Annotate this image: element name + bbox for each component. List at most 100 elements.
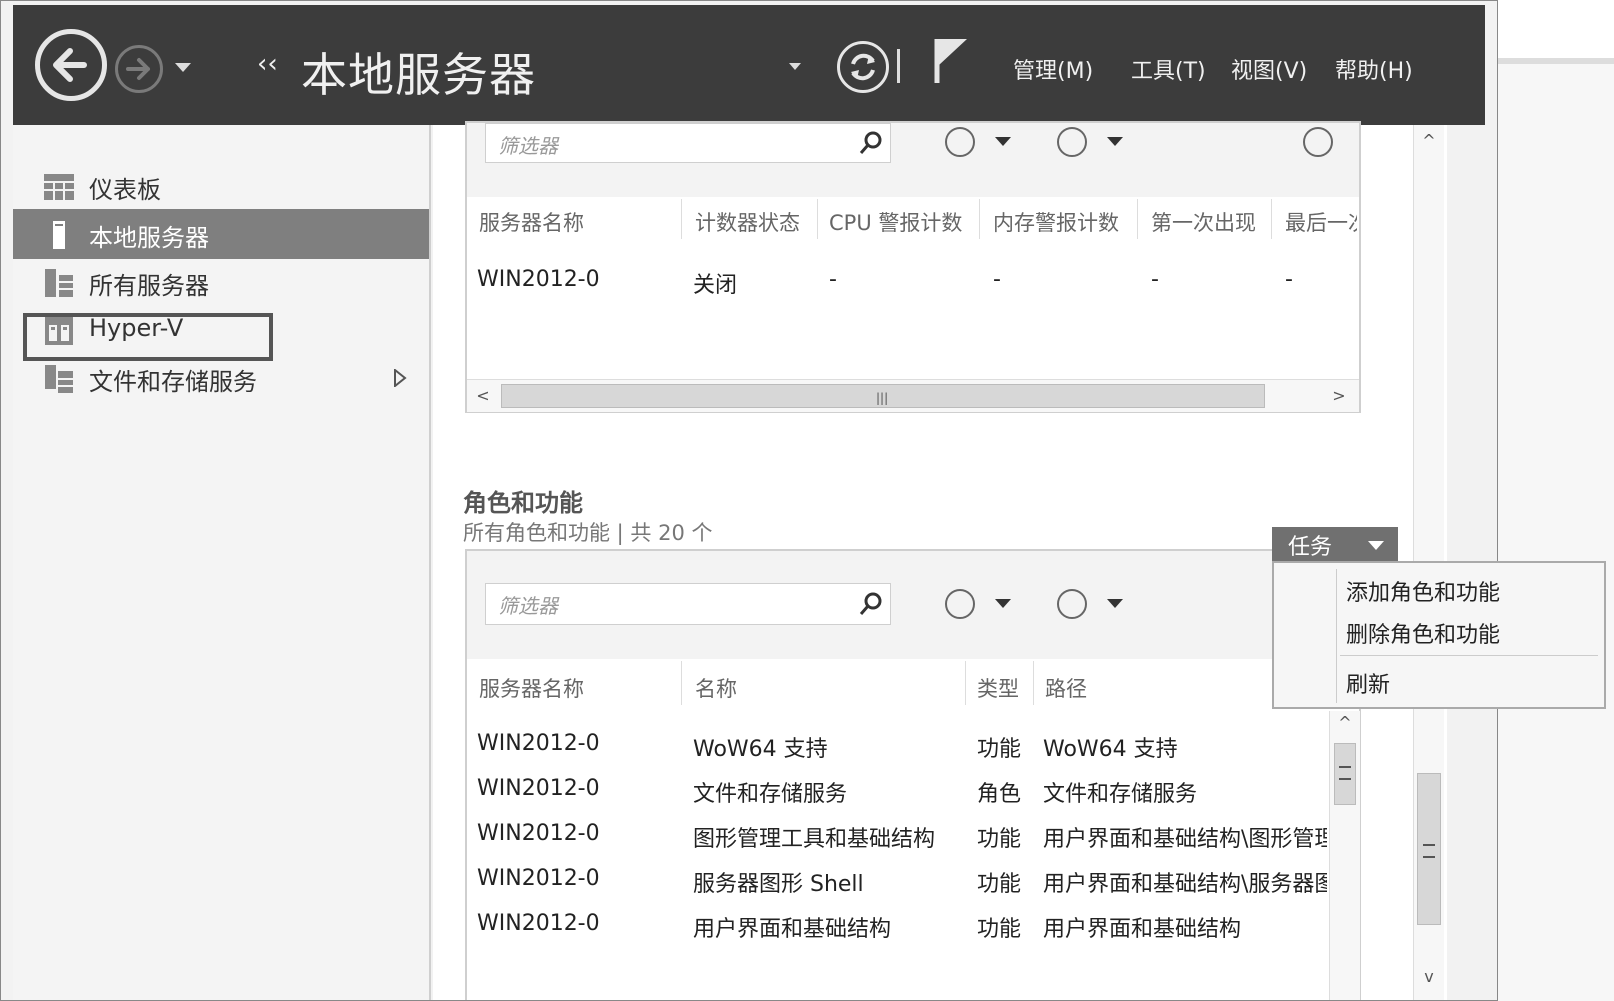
menu-help[interactable]: 帮助(H) — [1335, 53, 1413, 85]
filter-placeholder: 筛选器 — [498, 134, 558, 158]
roles-panel: 筛选器 服务器名称 名称 类型 路径 WIN2012-0 WoW64 支持 功能 — [465, 549, 1361, 1000]
column-header[interactable]: 路径 — [1045, 673, 1087, 703]
table-cell: WIN2012-0 — [477, 866, 600, 891]
column-divider — [681, 661, 682, 705]
table-cell: WIN2012-0 — [477, 776, 600, 801]
refresh-icon — [851, 53, 875, 81]
column-header[interactable]: 类型 — [977, 673, 1019, 703]
history-dropdown-icon[interactable] — [175, 63, 191, 72]
arrow-left-icon — [53, 48, 87, 82]
back-button[interactable] — [35, 29, 107, 101]
tasks-label: 任务 — [1288, 535, 1333, 560]
arrow-right-icon — [126, 58, 150, 80]
column-header[interactable]: 内存警报计数 — [993, 207, 1119, 237]
table-cell: 功能 — [977, 737, 1022, 762]
search-icon[interactable] — [858, 591, 884, 617]
table-cell: WIN2012-0 — [477, 821, 600, 846]
roles-heading: 角色和功能 — [463, 489, 583, 517]
menu-item-remove-roles[interactable]: 删除角色和功能 — [1346, 617, 1500, 649]
table-cell: 关闭 — [693, 273, 738, 298]
grip-icon — [1339, 766, 1351, 780]
column-divider — [817, 199, 818, 239]
column-header[interactable]: 第一次出现 — [1151, 207, 1256, 237]
server-icon — [53, 221, 65, 249]
menu-item-add-roles[interactable]: 添加角色和功能 — [1346, 575, 1500, 607]
sidebar-item-dashboard[interactable]: 仪表板 — [13, 161, 429, 211]
collapse-icon[interactable] — [1303, 127, 1333, 157]
roles-filter-input[interactable]: 筛选器 — [485, 583, 891, 625]
table-cell: 用户界面和基础结构 — [1043, 917, 1242, 942]
breadcrumb-dropdown-icon[interactable] — [789, 63, 801, 70]
table-cell: 用户界面和基础结构 — [693, 917, 892, 942]
menu-view[interactable]: 视图(V) — [1231, 53, 1307, 85]
performance-filter-input[interactable]: 筛选器 — [485, 123, 891, 163]
table-cell: 文件和存储服务 — [693, 782, 848, 807]
title-bar: ‹‹ 本地服务器 管理(M) 工具(T) 视图(V) 帮助(H) — [13, 5, 1485, 125]
sidebar-item-label: 所有服务器 — [89, 272, 209, 300]
forward-button[interactable] — [115, 45, 163, 93]
storage-icon — [45, 365, 73, 393]
expand-arrow-icon[interactable] — [393, 369, 407, 387]
sidebar-item-label: 仪表板 — [89, 176, 161, 204]
menu-item-refresh[interactable]: 刷新 — [1346, 667, 1390, 699]
save-dropdown-icon[interactable] — [1107, 599, 1123, 608]
background-window — [1498, 0, 1614, 1001]
column-divider — [1271, 199, 1272, 239]
table-cell: WoW64 支持 — [1043, 737, 1178, 762]
server-manager-window: ‹‹ 本地服务器 管理(M) 工具(T) 视图(V) 帮助(H) 仪表板 本地服… — [0, 0, 1498, 1001]
tasks-button[interactable]: 任务 — [1272, 527, 1398, 563]
table-vertical-scrollbar[interactable]: ^ — [1329, 711, 1360, 1000]
servers-icon — [45, 269, 73, 297]
sidebar-item-label: 本地服务器 — [89, 224, 209, 252]
scrollbar-thumb[interactable] — [1417, 773, 1441, 925]
save-icon[interactable] — [1057, 589, 1087, 619]
scrollbar-thumb[interactable] — [1334, 743, 1356, 805]
save-icon[interactable] — [1057, 127, 1087, 157]
column-header[interactable]: 名称 — [695, 673, 737, 703]
horizontal-scrollbar[interactable]: < ||| > — [467, 379, 1359, 412]
sidebar-item-local-server[interactable]: 本地服务器 — [13, 209, 429, 259]
column-header[interactable]: 服务器名称 — [479, 207, 584, 237]
tasks-context-menu: 添加角色和功能 删除角色和功能 刷新 — [1272, 561, 1606, 709]
list-view-dropdown-icon[interactable] — [995, 137, 1011, 146]
scrollbar-thumb[interactable]: ||| — [501, 384, 1265, 408]
sidebar-item-all-servers[interactable]: 所有服务器 — [13, 257, 429, 307]
filter-placeholder: 筛选器 — [498, 594, 558, 618]
column-divider — [1033, 661, 1034, 705]
list-view-icon[interactable] — [945, 589, 975, 619]
notifications-flag-icon[interactable] — [931, 35, 971, 91]
table-cell: 功能 — [977, 872, 1022, 897]
search-icon[interactable] — [858, 130, 884, 156]
column-header[interactable]: CPU 警报计数 — [829, 207, 962, 237]
column-header[interactable]: 最后一次 — [1285, 207, 1357, 237]
list-view-dropdown-icon[interactable] — [995, 599, 1011, 608]
menu-manage[interactable]: 管理(M) — [1013, 53, 1093, 85]
save-dropdown-icon[interactable] — [1107, 137, 1123, 146]
scroll-up-icon[interactable]: ^ — [1418, 131, 1440, 150]
column-header[interactable]: 服务器名称 — [479, 673, 584, 703]
sidebar-item-label: 文件和存储服务 — [89, 368, 257, 396]
table-cell: - — [1285, 267, 1293, 292]
scroll-right-icon[interactable]: > — [1329, 386, 1349, 405]
table-cell: 用户界面和基础结构\服务器图 — [1043, 872, 1327, 897]
scroll-left-icon[interactable]: < — [473, 386, 493, 405]
page-title: 本地服务器 — [301, 48, 536, 102]
breadcrumb-chevron-icon: ‹‹ — [257, 49, 278, 79]
scroll-up-icon[interactable]: ^ — [1334, 713, 1356, 732]
dashboard-icon — [44, 174, 74, 200]
refresh-button[interactable] — [837, 41, 889, 93]
table-cell: - — [1151, 267, 1159, 292]
menu-tools[interactable]: 工具(T) — [1131, 53, 1206, 85]
tasks-dropdown-icon — [1368, 541, 1384, 550]
roles-subheading: 所有角色和功能 | 共 20 个 — [463, 521, 713, 545]
table-cell: 文件和存储服务 — [1043, 782, 1198, 807]
grip-icon — [1423, 844, 1435, 858]
table-cell: WIN2012-0 — [477, 731, 600, 756]
list-view-icon[interactable] — [945, 127, 975, 157]
highlight-box — [23, 313, 273, 361]
column-header[interactable]: 计数器状态 — [695, 207, 800, 237]
table-cell: 服务器图形 Shell — [693, 872, 864, 897]
scroll-down-icon[interactable]: v — [1418, 967, 1440, 986]
table-cell: 功能 — [977, 827, 1022, 852]
column-divider — [681, 199, 682, 239]
